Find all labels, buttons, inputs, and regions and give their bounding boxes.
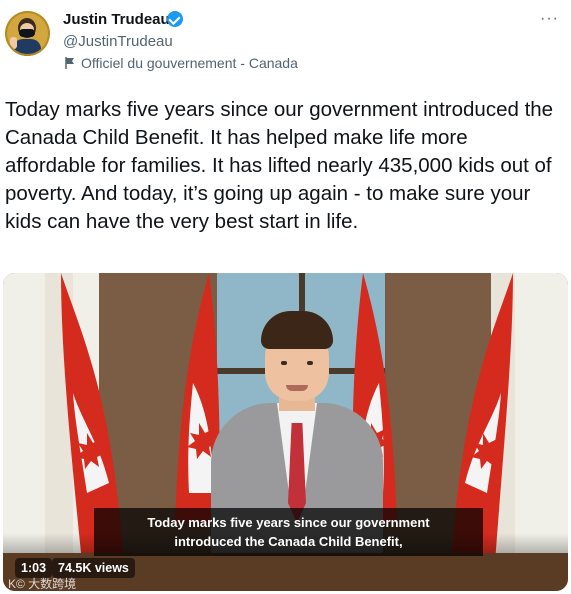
avatar-ring bbox=[5, 11, 50, 56]
affiliation-label: Officiel du gouvernement - Canada bbox=[81, 55, 298, 71]
video-caption: Today marks five years since our governm… bbox=[94, 508, 483, 556]
author-name[interactable]: Justin Trudeau bbox=[63, 11, 170, 28]
more-options-button[interactable]: ··· bbox=[540, 10, 559, 28]
watermark: K© 大数跨境 bbox=[8, 577, 77, 591]
tweet-header: Justin Trudeau @JustinTrudeau Officiel d… bbox=[0, 0, 571, 86]
government-flag-icon bbox=[65, 57, 74, 69]
video-player[interactable]: Today marks five years since our governm… bbox=[3, 273, 568, 591]
caption-line-2: introduced the Canada Child Benefit, bbox=[174, 534, 403, 549]
profile-avatar[interactable] bbox=[5, 11, 50, 56]
speaker-eye bbox=[281, 361, 287, 365]
author-handle[interactable]: @JustinTrudeau bbox=[63, 33, 173, 50]
speaker-mouth bbox=[286, 385, 308, 391]
caption-line-1: Today marks five years since our governm… bbox=[147, 515, 430, 530]
verified-badge-icon bbox=[167, 11, 183, 27]
speaker-eye bbox=[307, 361, 313, 365]
speaker-hair bbox=[261, 311, 333, 349]
tweet-text: Today marks five years since our governm… bbox=[5, 98, 554, 233]
